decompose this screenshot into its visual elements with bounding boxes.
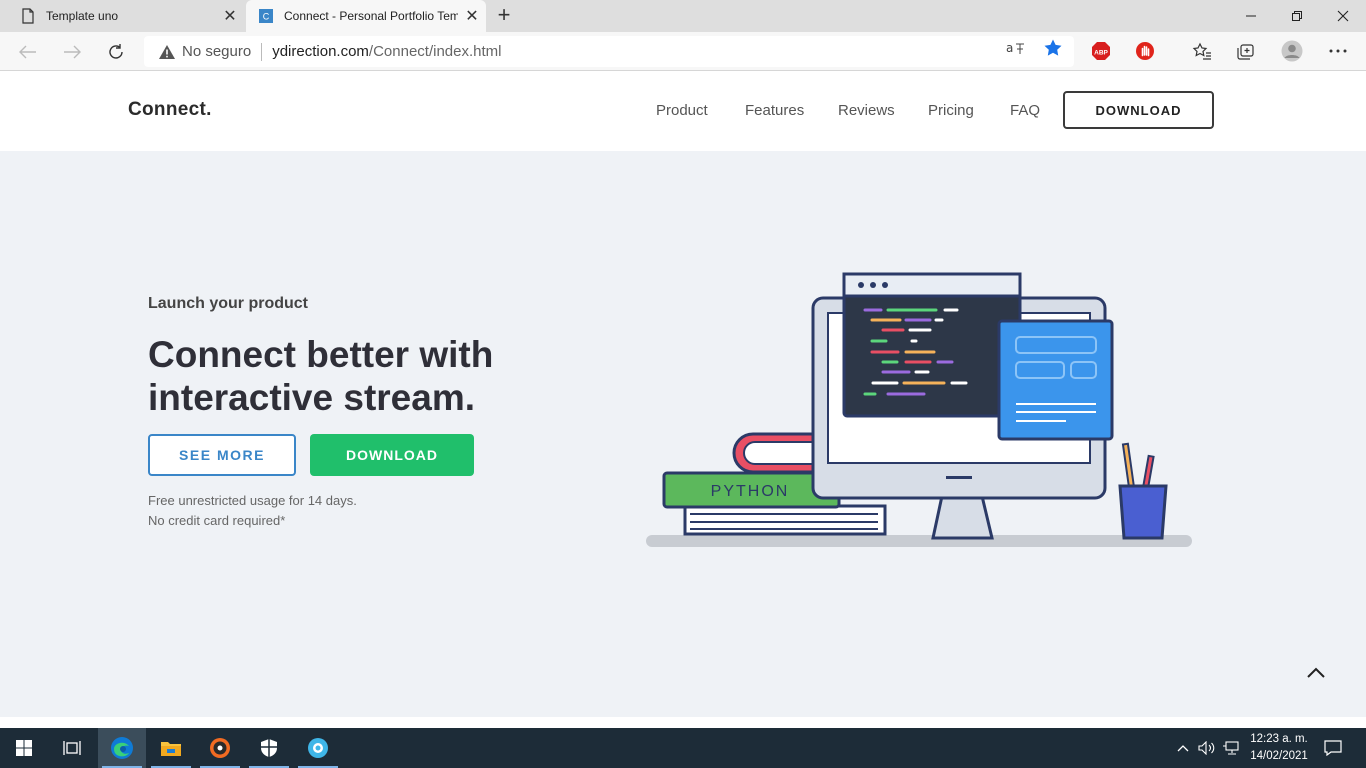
svg-text:a: a bbox=[1006, 41, 1013, 55]
see-more-button[interactable]: SEE MORE bbox=[148, 434, 296, 476]
clock-time: 12:23 a. m. bbox=[1250, 733, 1308, 745]
fine-print-card: No credit card required* bbox=[148, 513, 286, 528]
stop-hand-icon[interactable] bbox=[1134, 40, 1156, 62]
hero-headline: Connect better with interactive stream. bbox=[148, 334, 494, 418]
close-tab-icon[interactable]: ✕ bbox=[216, 6, 244, 26]
tab-strip: Template uno ✕ C Connect - Personal Port… bbox=[0, 0, 1366, 32]
scroll-to-top-icon[interactable] bbox=[1304, 661, 1328, 685]
site-favicon-icon: C bbox=[258, 8, 274, 24]
tab-title: Template uno bbox=[46, 9, 119, 23]
tab-title: Connect - Personal Portfolio Tem bbox=[284, 9, 458, 23]
profile-avatar-icon[interactable] bbox=[1281, 40, 1303, 62]
collections-icon[interactable] bbox=[1235, 40, 1257, 62]
refresh-icon[interactable] bbox=[102, 38, 130, 66]
hero-section: Launch your product Connect better with … bbox=[0, 151, 1366, 717]
back-icon[interactable] bbox=[14, 38, 42, 66]
favorites-list-icon[interactable] bbox=[1191, 40, 1213, 62]
book-label: PYTHON bbox=[711, 483, 790, 500]
nav-download-button[interactable]: DOWNLOAD bbox=[1063, 91, 1214, 129]
more-menu-icon[interactable] bbox=[1327, 40, 1349, 62]
hero-eyebrow: Launch your product bbox=[148, 295, 308, 312]
page-icon bbox=[20, 8, 36, 24]
clock-date: 14/02/2021 bbox=[1250, 750, 1308, 762]
app-icon[interactable] bbox=[294, 728, 342, 768]
new-tab-icon[interactable]: + bbox=[492, 4, 516, 28]
favicon-letter: C bbox=[263, 12, 270, 22]
nav-pricing[interactable]: Pricing bbox=[928, 102, 974, 119]
security-shield-icon[interactable] bbox=[245, 728, 293, 768]
favorite-star-icon[interactable] bbox=[1043, 38, 1063, 58]
computer-books-illustration: PYTHON bbox=[646, 272, 1192, 547]
forward-icon[interactable] bbox=[58, 38, 86, 66]
restore-icon[interactable] bbox=[1274, 0, 1320, 32]
adblock-label: ABP bbox=[1094, 50, 1108, 57]
url-path: /Connect/index.html bbox=[368, 43, 502, 60]
nav-faq[interactable]: FAQ bbox=[1010, 102, 1040, 119]
brand-logo[interactable]: Connect. bbox=[128, 99, 212, 121]
edge-icon[interactable] bbox=[98, 728, 146, 768]
nav-product[interactable]: Product bbox=[656, 102, 708, 119]
adblock-plus-icon[interactable]: ABP bbox=[1090, 40, 1112, 62]
task-view-icon[interactable] bbox=[48, 728, 96, 768]
nav-features[interactable]: Features bbox=[745, 102, 804, 119]
browser-toolbar: No seguro ydirection.com/Connect/index.h… bbox=[0, 32, 1366, 71]
read-aloud-icon[interactable]: a bbox=[1006, 38, 1026, 58]
minimize-icon[interactable] bbox=[1228, 0, 1274, 32]
site-header: Connect. Product Features Reviews Pricin… bbox=[0, 71, 1366, 151]
windows-taskbar: 12:23 a. m. 14/02/2021 bbox=[0, 728, 1366, 768]
close-window-icon[interactable] bbox=[1320, 0, 1366, 32]
nav-reviews[interactable]: Reviews bbox=[838, 102, 895, 119]
volume-icon[interactable] bbox=[1196, 728, 1218, 768]
security-label[interactable]: No seguro bbox=[182, 43, 251, 60]
start-icon[interactable] bbox=[0, 728, 48, 768]
close-tab-icon[interactable]: ✕ bbox=[458, 6, 486, 26]
tab-connect[interactable]: C Connect - Personal Portfolio Tem ✕ bbox=[246, 0, 486, 32]
address-divider bbox=[261, 42, 263, 61]
address-bar[interactable]: No seguro ydirection.com/Connect/index.h… bbox=[144, 36, 1074, 67]
network-icon[interactable] bbox=[1220, 728, 1242, 768]
page-bottom-strip bbox=[0, 717, 1366, 728]
hero-download-button[interactable]: DOWNLOAD bbox=[310, 434, 474, 476]
url-domain: ydirection.com bbox=[272, 43, 369, 60]
notifications-icon[interactable] bbox=[1320, 728, 1346, 768]
chevron-up-icon[interactable] bbox=[1174, 728, 1192, 768]
warning-icon[interactable] bbox=[158, 43, 176, 61]
taskbar-clock[interactable]: 12:23 a. m. 14/02/2021 bbox=[1244, 731, 1314, 765]
tab-template-uno[interactable]: Template uno ✕ bbox=[8, 0, 244, 32]
fine-print-trial: Free unrestricted usage for 14 days. bbox=[148, 493, 357, 508]
file-explorer-icon[interactable] bbox=[147, 728, 195, 768]
media-player-icon[interactable] bbox=[196, 728, 244, 768]
